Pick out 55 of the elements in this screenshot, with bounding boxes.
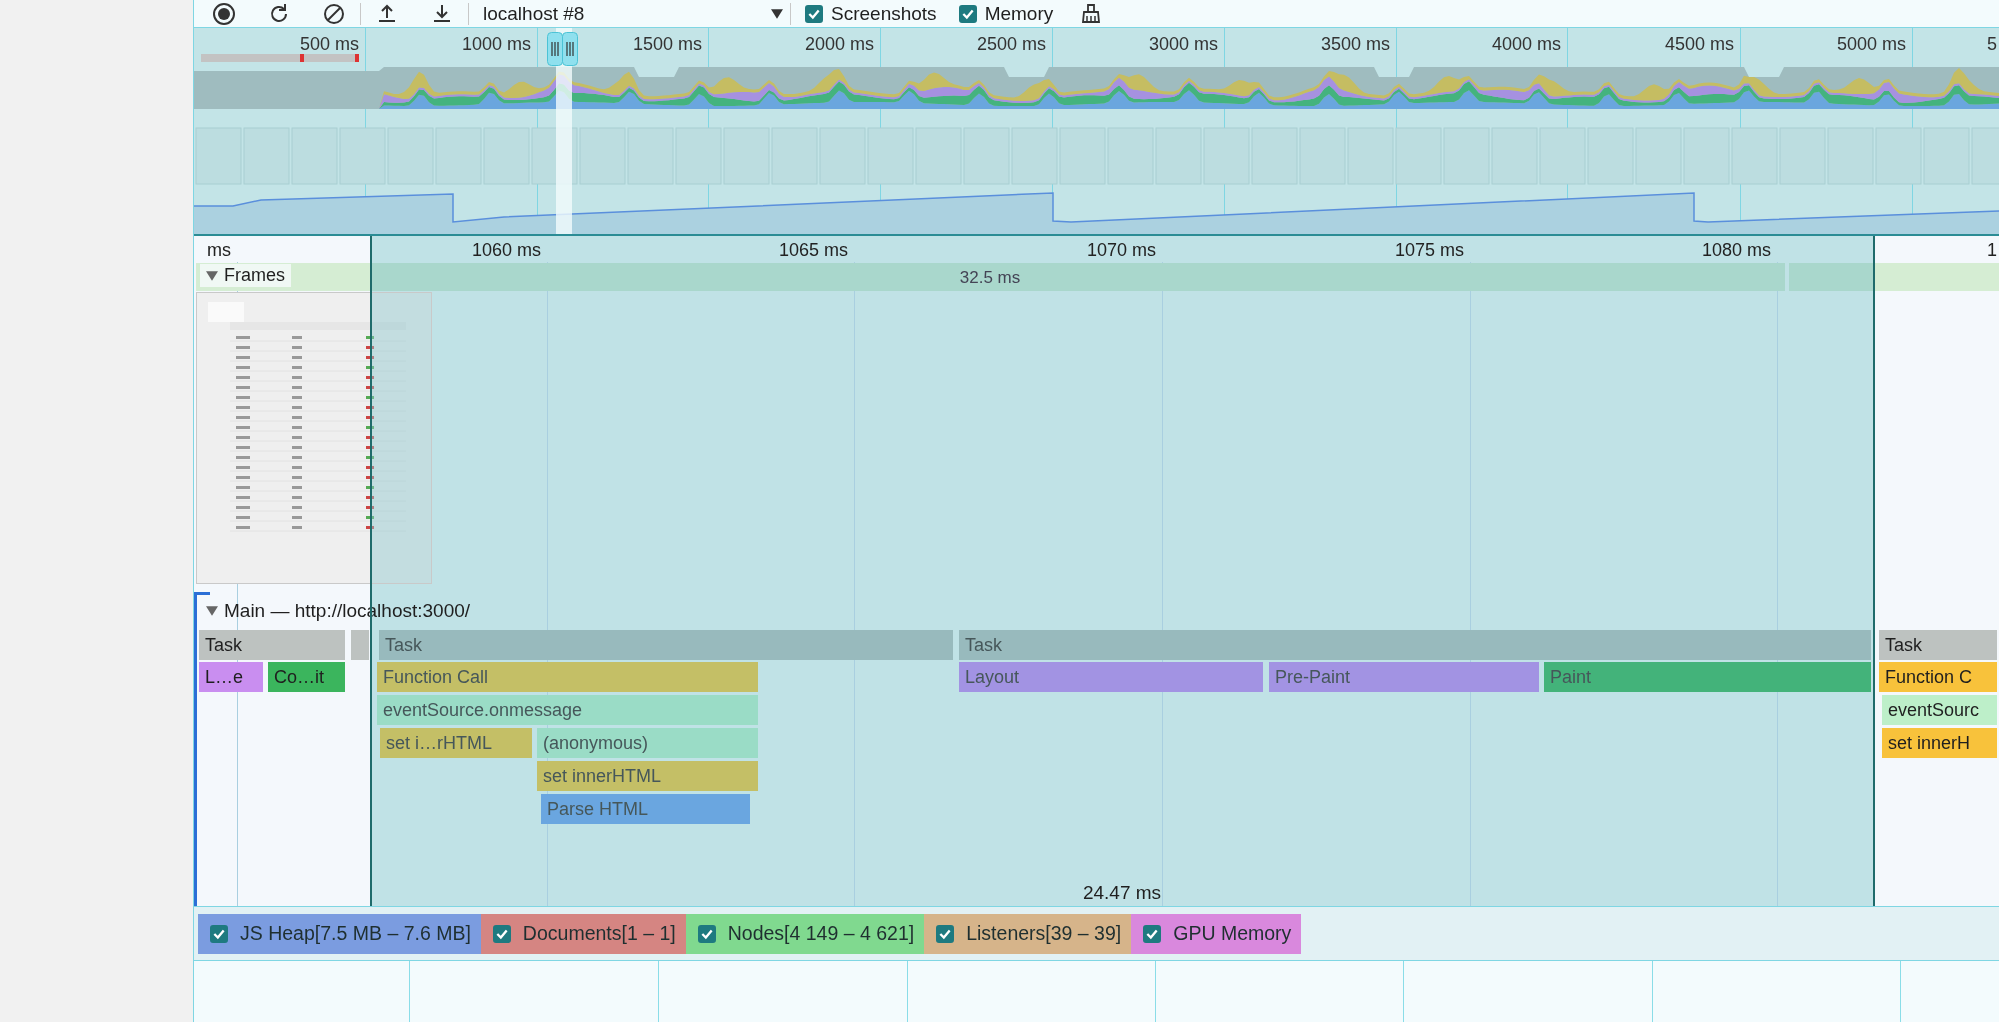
checkbox[interactable]: [210, 924, 228, 943]
flame-bar[interactable]: L…e: [199, 662, 263, 692]
toolbar-checkbox[interactable]: Memory: [958, 2, 1054, 25]
flame-bar[interactable]: set i…rHTML: [380, 728, 532, 758]
checkbox[interactable]: [697, 924, 716, 943]
flame-bar[interactable]: set innerH: [1882, 728, 1997, 758]
time-tick: 5000 ms: [1836, 34, 1906, 55]
counter-toggle[interactable]: Listeners[39 – 39]: [924, 913, 1132, 954]
flame-bar[interactable]: Task: [1879, 630, 1997, 660]
flame-bar[interactable]: eventSource.onmessage: [377, 695, 758, 725]
flame-bar[interactable]: Function Call: [377, 662, 758, 692]
range-handle[interactable]: [562, 32, 578, 66]
counter-toggle[interactable]: Nodes[4 149 – 4 621]: [685, 913, 925, 954]
time-tick: 3500 ms: [1320, 34, 1390, 55]
checkbox[interactable]: [805, 4, 823, 23]
checkbox[interactable]: [1143, 924, 1162, 943]
caret-icon: [771, 8, 783, 19]
time-tick: 1500 ms: [632, 34, 702, 55]
flame-bar[interactable]: Task: [379, 630, 953, 660]
range-handle[interactable]: [547, 32, 563, 66]
frame-duration: 32.5 ms: [959, 268, 1021, 288]
time-tick: 1065 ms: [778, 240, 848, 261]
checkbox[interactable]: [936, 924, 955, 943]
counter-toggle[interactable]: GPU Memory: [1131, 913, 1302, 954]
time-tick: 1060 ms: [471, 240, 541, 261]
clear-icon[interactable]: [322, 1, 346, 26]
time-tick: 4000 ms: [1491, 34, 1561, 55]
toolbar-checkbox[interactable]: Screenshots: [805, 2, 937, 25]
checkbox[interactable]: [958, 4, 977, 23]
time-tick: 1000 ms: [461, 34, 531, 55]
flame-bar[interactable]: set innerHTML: [537, 761, 758, 791]
time-tick: 3000 ms: [1148, 34, 1218, 55]
track-header[interactable]: Frames: [200, 264, 291, 287]
flame-bar[interactable]: Function C: [1879, 662, 1997, 692]
time-tick: 1: [1987, 240, 1997, 261]
time-tick: 1080 ms: [1701, 240, 1771, 261]
time-tick: ms: [207, 240, 231, 261]
flame-bar[interactable]: eventSourc: [1882, 695, 1997, 725]
checkbox[interactable]: [492, 924, 511, 943]
time-tick: 5: [1987, 34, 1997, 55]
time-tick: 1075 ms: [1394, 240, 1464, 261]
flame-bar[interactable]: Task: [199, 630, 345, 660]
time-tick: 1070 ms: [1086, 240, 1156, 261]
flame-bar[interactable]: Co…it: [268, 662, 345, 692]
flame-bar[interactable]: Task: [959, 630, 1871, 660]
time-tick: 4500 ms: [1664, 34, 1734, 55]
flame-bar[interactable]: (anonymous): [537, 728, 758, 758]
time-tick: 500 ms: [299, 34, 359, 55]
counter-toggle[interactable]: JS Heap[7.5 MB – 7.6 MB]: [198, 913, 481, 954]
time-tick: 2000 ms: [804, 34, 874, 55]
selection-duration: 24.47 ms: [1082, 882, 1162, 904]
time-tick: 2500 ms: [976, 34, 1046, 55]
counter-toggle[interactable]: Documents[1 – 1]: [480, 913, 686, 954]
recording-select[interactable]: localhost #8: [483, 2, 789, 25]
record-icon[interactable]: [212, 1, 236, 26]
